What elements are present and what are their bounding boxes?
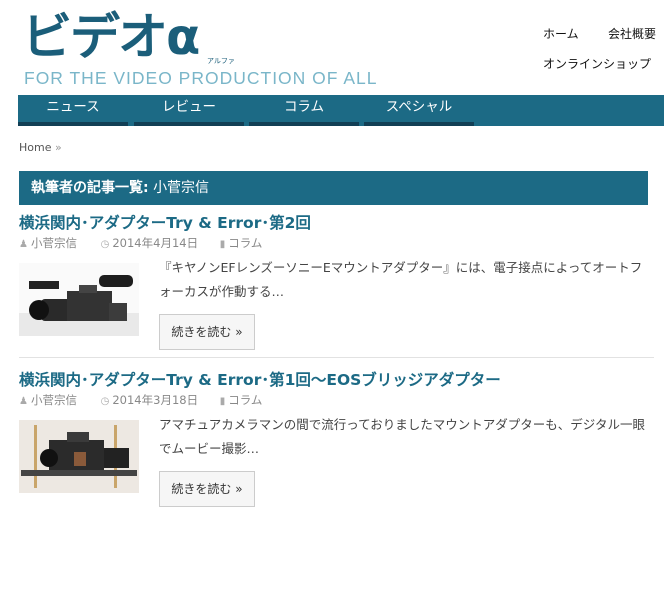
post-author[interactable]: ♟ 小菅宗信 (19, 392, 77, 408)
post-author-name: 小菅宗信 (30, 393, 77, 407)
author-archive-name: 小菅宗信 (153, 180, 210, 196)
breadcrumb-home[interactable]: Home (19, 141, 51, 154)
post-divider (19, 357, 654, 358)
breadcrumb-separator: » (54, 141, 62, 154)
post-title[interactable]: 横浜関内･アダプターTry & Error･第2回 (19, 211, 311, 233)
top-link-home[interactable]: ホーム (543, 25, 579, 42)
file-icon: ▮ (219, 396, 226, 407)
post-title[interactable]: 横浜関内･アダプターTry & Error･第1回～EOSブリッジアダプター (19, 368, 501, 390)
user-icon: ♟ (19, 396, 28, 407)
post-author[interactable]: ♟ 小菅宗信 (19, 235, 77, 251)
post-date: ◷ 2014年3月18日 (101, 392, 198, 408)
site-logo[interactable]: ビデオα アルファ FOR THE VIDEO PRODUCTION OF AL… (22, 8, 402, 88)
post-meta: ♟ 小菅宗信 ◷ 2014年3月18日 ▮ コラム (19, 392, 262, 408)
camera-image (19, 420, 139, 493)
camera-image (19, 263, 139, 336)
post-excerpt: アマチュアカメラマンの間で流行っておりましたマウントアダプターも、デジタル一眼で… (159, 417, 646, 456)
post-date-text: 2014年3月18日 (112, 393, 199, 407)
author-archive-label: 執筆者の記事一覧: (31, 180, 149, 196)
breadcrumb: Home » (19, 141, 62, 154)
post-thumbnail[interactable] (19, 263, 139, 336)
read-more-button[interactable]: 続きを読む » (159, 314, 255, 350)
user-icon: ♟ (19, 239, 28, 250)
post-meta: ♟ 小菅宗信 ◷ 2014年4月14日 ▮ コラム (19, 235, 262, 251)
nav-item-review[interactable]: レビュー (134, 95, 244, 126)
nav-item-column[interactable]: コラム (249, 95, 359, 126)
top-link-shop[interactable]: オンラインショップ (543, 55, 651, 72)
post-category-text: コラム (228, 393, 263, 407)
post-category[interactable]: ▮ コラム (220, 392, 263, 408)
clock-icon: ◷ (100, 396, 110, 407)
site-tagline: FOR THE VIDEO PRODUCTION OF ALL (24, 68, 378, 88)
post-author-name: 小菅宗信 (30, 236, 77, 250)
logo-text: ビデオα (22, 8, 200, 66)
post-date: ◷ 2014年4月14日 (101, 235, 198, 251)
post-excerpt: 『キヤノンEFレンズーソニーEマウントアダプター』には、電子接点によってオートフ… (159, 260, 643, 299)
post-category-text: コラム (228, 236, 263, 250)
read-more-button[interactable]: 続きを読む » (159, 471, 255, 507)
nav-item-news[interactable]: ニュース (18, 95, 128, 126)
file-icon: ▮ (219, 239, 226, 250)
post-thumbnail[interactable] (19, 420, 139, 493)
clock-icon: ◷ (100, 239, 110, 250)
post-date-text: 2014年4月14日 (112, 236, 199, 250)
main-nav: ニュース レビュー コラム スペシャル (18, 95, 664, 126)
author-archive-header: 執筆者の記事一覧: 小菅宗信 (19, 171, 648, 205)
logo-ruby: アルファ (207, 57, 235, 65)
top-link-company[interactable]: 会社概要 (608, 25, 656, 42)
nav-item-special[interactable]: スペシャル (364, 95, 474, 126)
post-category[interactable]: ▮ コラム (220, 235, 263, 251)
